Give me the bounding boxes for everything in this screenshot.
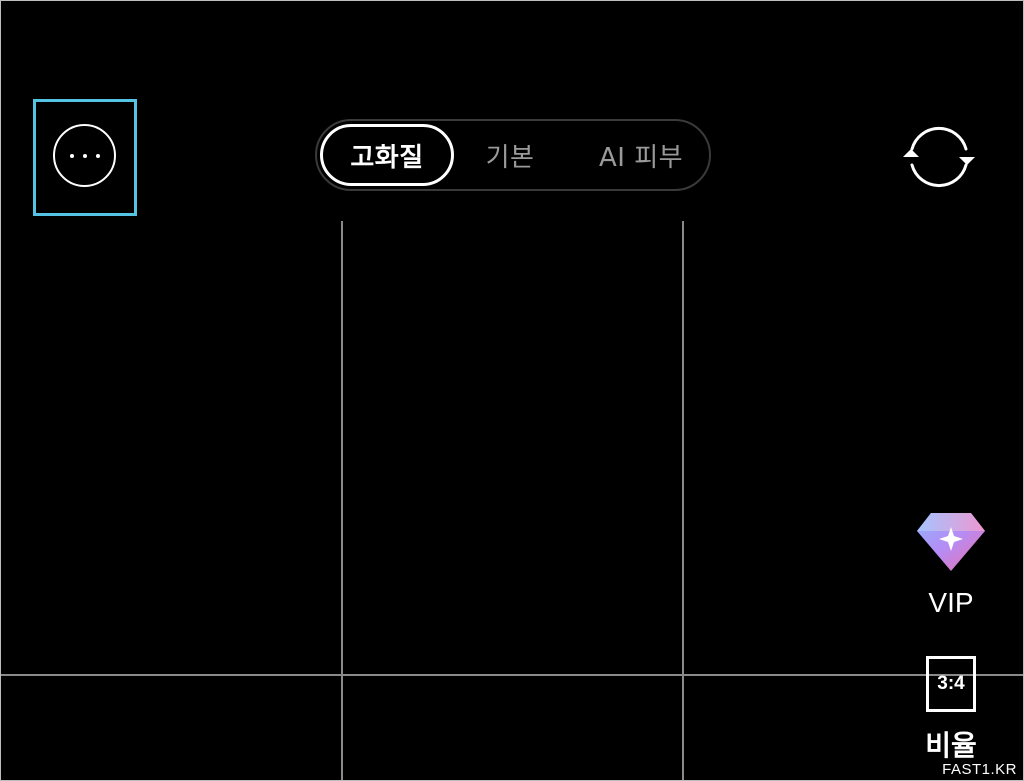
vip-label: VIP [928, 587, 974, 618]
ratio-label: 비율 [925, 729, 977, 762]
more-horizontal-icon-dot [82, 153, 87, 158]
watermark: FAST1.KR [942, 761, 1017, 778]
more-button[interactable] [53, 124, 116, 187]
more-horizontal-icon-dot [95, 153, 100, 158]
diamond-sparkle-icon [917, 513, 985, 571]
switch-camera-icon [903, 126, 975, 188]
grid-line-vertical-right [682, 221, 684, 780]
tab-ai-skin[interactable]: AI 피부 [579, 121, 703, 189]
camera-screen: 고화질 기본 AI 피부 VIP 3:4 비율 FAST1.KR [0, 0, 1024, 781]
tab-basic[interactable]: 기본 [467, 121, 553, 189]
tab-high-quality[interactable]: 고화질 [320, 124, 454, 186]
switch-camera-button[interactable] [899, 121, 979, 193]
grid-line-horizontal [1, 674, 1023, 676]
ratio-button[interactable]: 3:4 비율 [913, 656, 989, 764]
grid-line-vertical-left [341, 221, 343, 780]
aspect-ratio-icon: 3:4 [926, 656, 976, 712]
more-horizontal-icon [69, 153, 74, 158]
vip-button[interactable]: VIP [913, 511, 989, 619]
mode-tabs: 고화질 기본 AI 피부 [315, 119, 711, 191]
